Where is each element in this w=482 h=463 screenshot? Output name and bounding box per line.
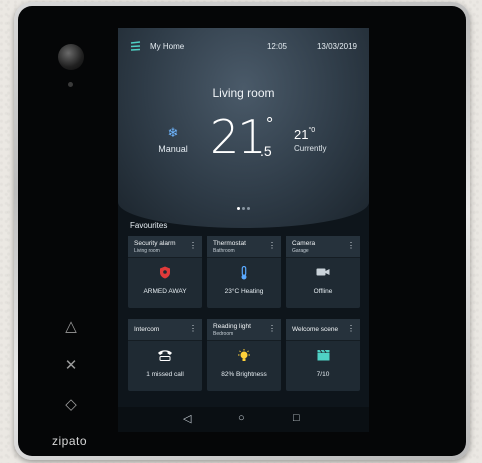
more-options-icon[interactable]: ⋮ xyxy=(347,325,355,333)
favourite-tile-thermostat[interactable]: Thermostat Bathroom ⋮ 23°C Heating xyxy=(207,236,281,308)
room-name: Living room xyxy=(212,86,275,100)
clock-time: 12:05 xyxy=(266,42,287,51)
clock-date: 13/03/2019 xyxy=(316,42,357,51)
hardware-cancel-button[interactable]: ✕ xyxy=(62,357,80,375)
current-temperature: 21°0 xyxy=(294,127,315,142)
top-bar: My Home 12:05 13/03/2019 xyxy=(130,41,357,55)
thermometer-icon xyxy=(207,265,281,283)
snowflake-icon: ❄ xyxy=(167,125,179,140)
favourite-tile-intercom[interactable]: Intercom ⋮ 1 missed call xyxy=(128,319,202,391)
back-button[interactable]: ◁ xyxy=(183,412,191,425)
home-title: My Home xyxy=(150,42,185,51)
more-options-icon[interactable]: ⋮ xyxy=(268,325,276,333)
tile-header: Reading light Bedroom ⋮ xyxy=(207,319,281,341)
clapper-icon xyxy=(286,349,360,364)
tile-header: Intercom ⋮ xyxy=(128,319,202,341)
favourite-tile-reading-light[interactable]: Reading light Bedroom ⋮ 82% Brightness xyxy=(207,319,281,391)
tile-status: 1 missed call xyxy=(146,371,184,378)
tile-name: Thermostat xyxy=(213,240,246,247)
tile-subtitle: Bedroom xyxy=(213,331,234,337)
setpoint-degree: ° xyxy=(266,114,274,134)
tile-status: 23°C Heating xyxy=(224,288,264,295)
touch-screen: My Home 12:05 13/03/2019 Living room ❄ M… xyxy=(118,28,369,432)
favourite-tile-welcome-scene[interactable]: Welcome scene ⋮ 7/10 xyxy=(286,319,360,391)
tile-header: Thermostat Bathroom ⋮ xyxy=(207,236,281,258)
tile-name: Reading light xyxy=(213,323,251,330)
favourite-tile-camera[interactable]: Camera Garage ⋮ Offline xyxy=(286,236,360,308)
tile-header: Welcome scene ⋮ xyxy=(286,319,360,341)
tile-status: 7/10 xyxy=(316,371,330,378)
more-options-icon[interactable]: ⋮ xyxy=(189,325,197,333)
favourite-tile-security-alarm[interactable]: Security alarm Living room ⋮ ARMED AWAY xyxy=(128,236,202,308)
menu-icon[interactable] xyxy=(130,41,141,52)
status-led xyxy=(68,82,73,87)
current-fraction: 0 xyxy=(311,127,316,134)
page-dot xyxy=(242,207,245,210)
tile-name: Welcome scene xyxy=(292,326,339,333)
tile-header: Camera Garage ⋮ xyxy=(286,236,360,258)
recent-apps-button[interactable]: □ xyxy=(293,412,300,424)
favourites-title: Favourites xyxy=(130,221,168,230)
page-dot xyxy=(247,207,250,210)
tile-subtitle: Garage xyxy=(292,248,309,254)
mode-label: Manual xyxy=(158,144,188,154)
android-nav-bar: ◁ ○ □ xyxy=(118,407,369,432)
tile-name: Camera xyxy=(292,240,316,247)
tile-subtitle: Living room xyxy=(134,248,160,254)
thermostat-hero[interactable]: My Home 12:05 13/03/2019 Living room ❄ M… xyxy=(118,28,369,228)
bulb-icon xyxy=(207,349,281,366)
page-indicator[interactable] xyxy=(118,197,369,215)
mode-indicator[interactable]: ❄ Manual xyxy=(148,125,198,154)
more-options-icon[interactable]: ⋮ xyxy=(189,242,197,250)
more-options-icon[interactable]: ⋮ xyxy=(268,242,276,250)
camera-icon xyxy=(286,266,360,280)
tile-subtitle: Bathroom xyxy=(213,248,235,254)
page-dot xyxy=(237,207,240,210)
tile-name: Security alarm xyxy=(134,240,176,247)
setpoint-temperature[interactable]: 21 xyxy=(210,110,267,164)
tile-status: ARMED AWAY xyxy=(143,288,187,295)
tile-status: Offline xyxy=(313,288,333,295)
current-temp-value: 21 xyxy=(294,127,309,142)
tile-name: Intercom xyxy=(134,326,160,333)
hardware-confirm-button[interactable]: ◇ xyxy=(62,396,80,414)
phone-icon xyxy=(128,349,202,364)
tile-header: Security alarm Living room ⋮ xyxy=(128,236,202,258)
tile-status: 82% Brightness xyxy=(221,371,267,378)
current-label: Currently xyxy=(294,144,327,153)
shield-icon xyxy=(128,266,202,282)
camera-lens xyxy=(58,44,84,70)
hardware-up-button[interactable]: △ xyxy=(62,318,80,336)
more-options-icon[interactable]: ⋮ xyxy=(347,242,355,250)
home-button[interactable]: ○ xyxy=(238,412,245,424)
setpoint-fraction: .5 xyxy=(260,143,272,159)
brand-logo: zipato xyxy=(52,434,88,448)
